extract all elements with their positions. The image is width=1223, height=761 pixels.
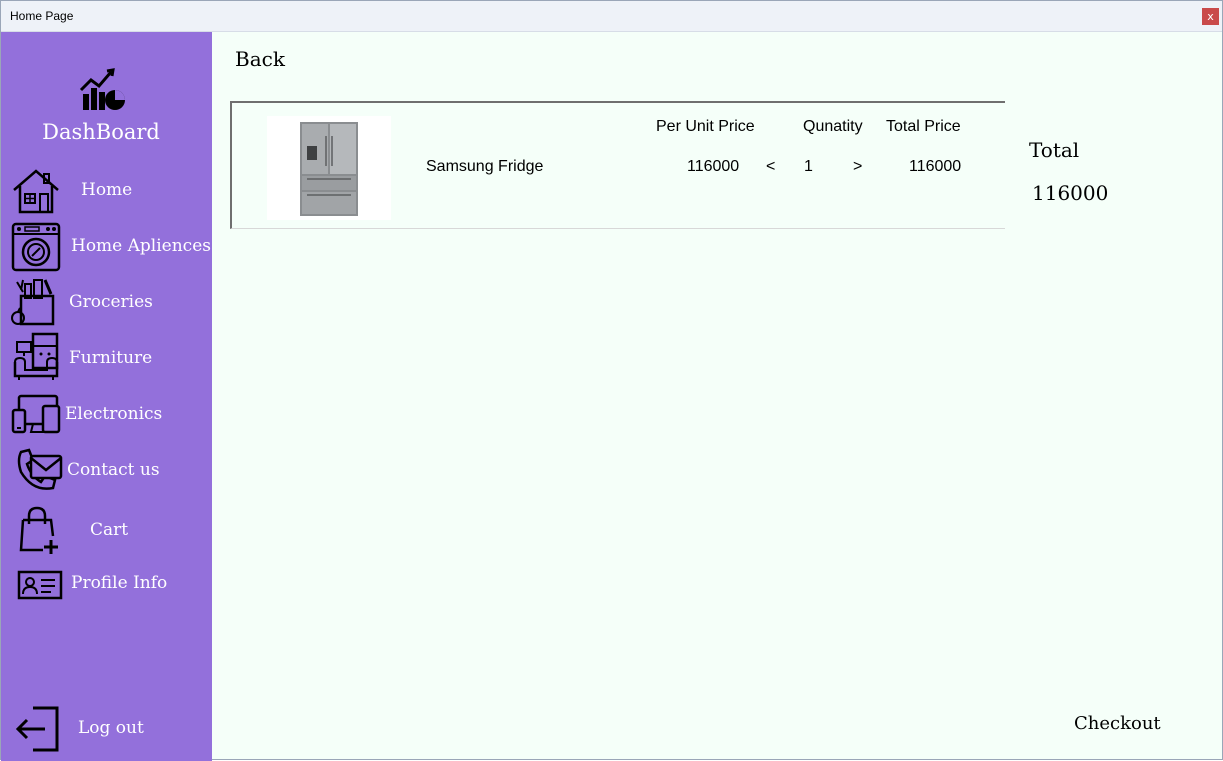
sidebar-item-label: Groceries — [69, 292, 153, 312]
sidebar-item-home[interactable]: Home — [1, 164, 212, 216]
back-button[interactable]: Back — [235, 47, 285, 71]
total-price-header: Total Price — [886, 118, 961, 135]
sidebar-item-groceries[interactable]: Groceries — [1, 276, 212, 328]
cart-item-row: Per Unit Price Qunatity Total Price Sams… — [230, 101, 1005, 229]
fridge-image — [300, 122, 358, 216]
sidebar-item-home-apliences[interactable]: Home Apliences — [1, 220, 212, 272]
sidebar-item-profile-info[interactable]: Profile Info — [1, 556, 212, 608]
grocery-bag-icon — [11, 279, 55, 326]
shopping-bag-icon — [19, 506, 58, 554]
dashboard-chart-icon — [79, 68, 125, 110]
sidebar-item-label: Home — [81, 180, 133, 200]
phone-mail-icon — [17, 448, 63, 490]
sidebar-item-label: Cart — [90, 520, 129, 540]
product-image — [267, 116, 391, 220]
unit-price-value: 116000 — [687, 158, 740, 175]
sidebar-title: DashBoard — [42, 120, 160, 144]
logout-icon — [15, 706, 59, 752]
sidebar-item-label: Electronics — [65, 404, 163, 424]
sidebar-item-contact-us[interactable]: Contact us — [1, 444, 212, 496]
house-icon — [13, 169, 59, 214]
product-name: Samsung Fridge — [426, 158, 544, 175]
sidebar-item-label: Contact us — [67, 460, 160, 480]
sidebar-item-label: Profile Info — [71, 573, 168, 593]
app-window: Home Page x DashBoard Home Home Aplience… — [0, 0, 1223, 761]
devices-icon — [11, 394, 61, 434]
quantity-header: Qunatity — [803, 118, 863, 135]
sidebar-item-furniture[interactable]: Furniture — [1, 332, 212, 384]
logout-label: Log out — [78, 718, 144, 738]
decrease-quantity-button[interactable]: < — [766, 158, 775, 176]
sidebar-item-electronics[interactable]: Electronics — [1, 388, 212, 440]
title-bar: Home Page x — [1, 1, 1222, 32]
sidebar-item-label: Furniture — [69, 348, 153, 368]
window-title: Home Page — [10, 9, 74, 23]
sidebar-item-cart[interactable]: Cart — [1, 504, 212, 556]
total-value: 116000 — [1032, 181, 1109, 205]
quantity-value: 1 — [804, 158, 813, 175]
logout-button[interactable]: Log out — [1, 702, 212, 754]
unit-price-header: Per Unit Price — [656, 118, 755, 135]
sofa-icon — [13, 332, 59, 380]
close-button[interactable]: x — [1202, 8, 1219, 25]
total-price-value: 116000 — [909, 158, 962, 175]
sidebar-item-label: Home Apliences — [71, 236, 211, 256]
id-card-icon — [17, 570, 63, 600]
sidebar: DashBoard Home Home Apliences Groceries … — [1, 32, 212, 761]
total-label: Total — [1029, 138, 1080, 162]
increase-quantity-button[interactable]: > — [853, 158, 862, 176]
washing-machine-icon — [11, 222, 61, 272]
checkout-button[interactable]: Checkout — [1074, 713, 1161, 734]
